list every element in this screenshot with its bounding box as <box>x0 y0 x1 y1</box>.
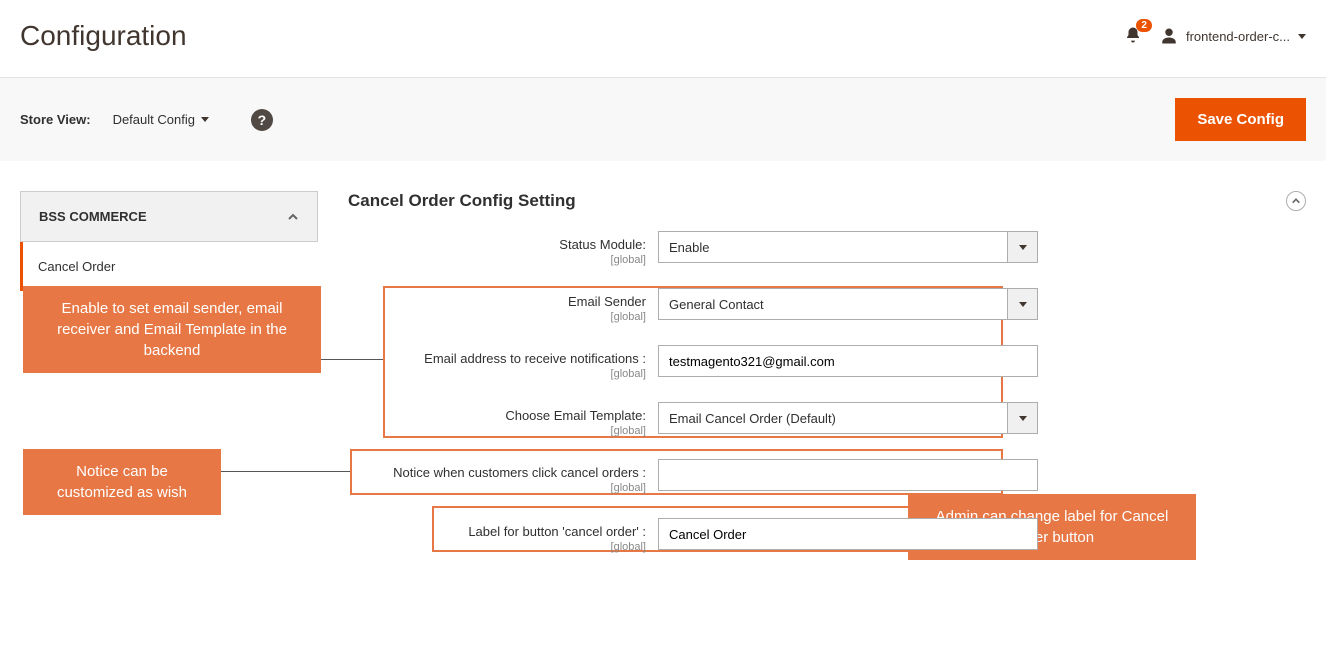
select-value: Enable <box>658 231 1008 263</box>
select-value: General Contact <box>658 288 1008 320</box>
section-title: Cancel Order Config Setting <box>348 191 576 211</box>
field-notice: Notice when customers click cancel order… <box>348 459 1306 494</box>
username-label: frontend-order-c... <box>1186 29 1290 44</box>
annotation-2: Notice can be customized as wish <box>23 449 221 515</box>
scope-label: [global] <box>348 311 646 323</box>
config-form: Enable to set email sender, email receiv… <box>348 231 1306 553</box>
toolbar-left: Store View: Default Config ? <box>20 109 273 131</box>
header-actions: 2 frontend-order-c... <box>1124 26 1306 47</box>
email-receive-input[interactable] <box>658 345 1038 377</box>
help-icon[interactable]: ? <box>251 109 273 131</box>
email-receive-label: Email address to receive notifications : <box>424 351 646 366</box>
save-config-button[interactable]: Save Config <box>1175 98 1306 141</box>
section-header[interactable]: Cancel Order Config Setting <box>348 191 1306 231</box>
annotation-connector-2 <box>221 471 350 472</box>
field-email-receive: Email address to receive notifications :… <box>348 345 1306 380</box>
field-status-module: Status Module: [global] Enable <box>348 231 1306 266</box>
field-button-label: Label for button 'cancel order' : [globa… <box>348 518 1306 553</box>
scope-label: [global] <box>348 482 646 494</box>
chevron-down-icon <box>201 117 209 122</box>
notifications-button[interactable]: 2 <box>1124 26 1142 47</box>
chevron-down-icon <box>1008 231 1038 263</box>
email-template-select[interactable]: Email Cancel Order (Default) <box>658 402 1038 434</box>
sidebar-group-bss[interactable]: BSS COMMERCE <box>20 191 318 242</box>
store-view-label: Store View: <box>20 112 91 127</box>
collapse-icon[interactable] <box>1286 191 1306 211</box>
notice-input[interactable] <box>658 459 1038 491</box>
button-label-input[interactable] <box>658 518 1038 550</box>
config-main: Cancel Order Config Setting Enable to se… <box>348 191 1306 553</box>
user-icon <box>1160 27 1178 45</box>
scope-label: [global] <box>348 425 646 437</box>
page-title: Configuration <box>20 20 187 52</box>
user-menu[interactable]: frontend-order-c... <box>1160 27 1306 45</box>
status-module-label: Status Module: <box>559 237 646 252</box>
field-email-template: Choose Email Template: [global] Email Ca… <box>348 402 1306 437</box>
page-header: Configuration 2 frontend-order-c... <box>0 0 1326 77</box>
sidebar-group-title: BSS COMMERCE <box>39 209 147 224</box>
select-value: Email Cancel Order (Default) <box>658 402 1008 434</box>
config-sidebar: BSS COMMERCE Cancel Order <box>20 191 318 291</box>
toolbar: Store View: Default Config ? Save Config <box>0 77 1326 161</box>
email-template-label: Choose Email Template: <box>505 408 646 423</box>
button-label-label: Label for button 'cancel order' : <box>468 524 646 539</box>
status-module-select[interactable]: Enable <box>658 231 1038 263</box>
chevron-down-icon <box>1008 288 1038 320</box>
sidebar-item-cancel-order[interactable]: Cancel Order <box>20 242 318 291</box>
chevron-down-icon <box>1008 402 1038 434</box>
store-view-select[interactable]: Default Config <box>113 112 209 127</box>
email-sender-label: Email Sender <box>568 294 646 309</box>
field-email-sender: Email Sender [global] General Contact <box>348 288 1306 323</box>
chevron-up-icon <box>287 211 299 223</box>
scope-label: [global] <box>348 254 646 266</box>
scope-label: [global] <box>348 368 646 380</box>
annotation-1: Enable to set email sender, email receiv… <box>23 286 321 373</box>
content: BSS COMMERCE Cancel Order Cancel Order C… <box>0 161 1326 593</box>
notification-badge: 2 <box>1136 19 1152 32</box>
scope-label: [global] <box>348 541 646 553</box>
store-view-value: Default Config <box>113 112 195 127</box>
email-sender-select[interactable]: General Contact <box>658 288 1038 320</box>
notice-label: Notice when customers click cancel order… <box>393 465 646 480</box>
chevron-down-icon <box>1298 34 1306 39</box>
